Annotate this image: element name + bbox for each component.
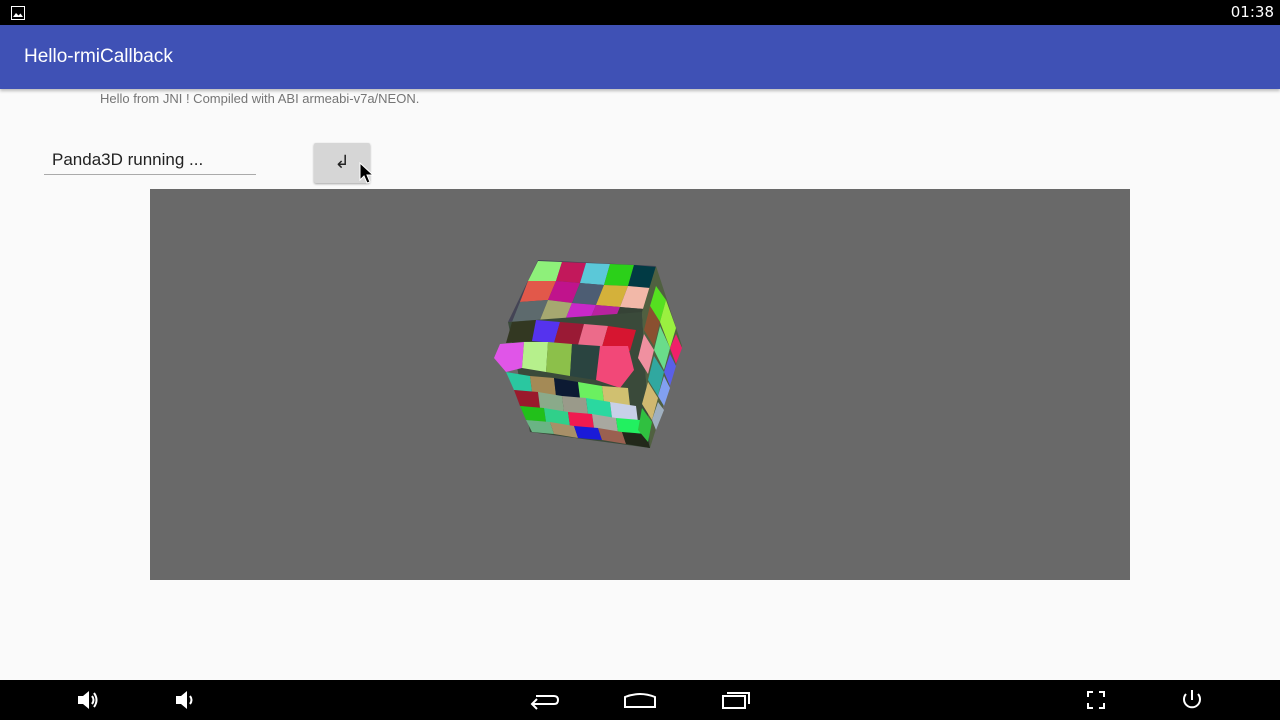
- app-title: Hello-rmiCallback: [24, 46, 173, 67]
- status-field[interactable]: Panda3D running ...: [44, 144, 256, 175]
- recents-icon[interactable]: [716, 686, 756, 714]
- render-viewport[interactable]: [150, 189, 1130, 580]
- status-field-value: Panda3D running ...: [52, 150, 204, 169]
- fullscreen-icon[interactable]: [1076, 686, 1116, 714]
- nav-bar: [0, 680, 1280, 720]
- home-icon[interactable]: [620, 686, 660, 714]
- power-icon[interactable]: [1172, 686, 1212, 714]
- app-bar: Hello-rmiCallback: [0, 25, 1280, 89]
- cube-render: [494, 260, 682, 448]
- status-bar: 01:38: [0, 0, 1280, 25]
- jni-message: Hello from JNI ! Compiled with ABI armea…: [100, 91, 420, 106]
- volume-up-icon[interactable]: [68, 686, 108, 714]
- back-icon[interactable]: [524, 686, 564, 714]
- status-clock: 01:38: [1230, 3, 1274, 21]
- volume-down-icon[interactable]: [164, 686, 204, 714]
- mouse-cursor: [359, 161, 375, 186]
- image-icon: [11, 5, 25, 20]
